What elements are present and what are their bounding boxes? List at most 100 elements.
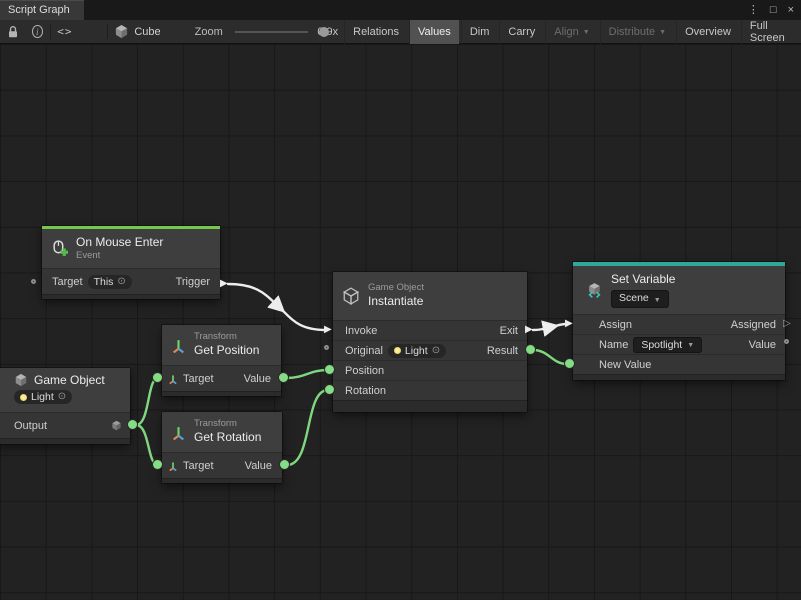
wire-rotation-value[interactable] (287, 390, 328, 465)
port-onmouseenter-target[interactable] (31, 279, 36, 284)
tab-title: Script Graph (8, 4, 70, 16)
port-setvariable-assigned[interactable]: ▷ (783, 319, 791, 329)
node-header: Set Variable Scene ▼ (573, 266, 785, 314)
port-getposition-value[interactable] (279, 373, 288, 382)
toolbar-separator (50, 24, 51, 39)
align-button[interactable]: Align ▼ (545, 20, 597, 44)
port-getrotation-target[interactable] (153, 460, 162, 469)
value-port-label: Value (749, 339, 776, 351)
port-instantiate-result[interactable] (526, 345, 535, 354)
port-row: Target Value (162, 452, 282, 478)
light-icon (394, 347, 401, 354)
wire-result-to-newvalue[interactable] (533, 350, 567, 364)
transform-icon (171, 338, 186, 353)
node-header: Transform Get Rotation (162, 412, 282, 452)
node-subtitle: Event (76, 250, 163, 262)
target-port-label: Target (52, 276, 83, 288)
toolbar-separator (107, 24, 108, 39)
node-header: Transform Get Position (162, 325, 281, 365)
cube-icon (14, 373, 28, 387)
variable-scope-dropdown[interactable]: Scene ▼ (611, 290, 669, 308)
cube-icon (342, 287, 360, 305)
node-footer (162, 478, 282, 483)
node-instantiate[interactable]: Game Object Instantiate Invoke Exit Orig… (333, 272, 527, 412)
relations-button[interactable]: Relations (344, 20, 407, 44)
node-category: Transform (194, 331, 259, 343)
window-menu-icon[interactable]: ⋮ (748, 5, 759, 16)
port-row: Invoke Exit (333, 320, 527, 340)
chevron-down-icon: ▼ (659, 29, 666, 36)
distribute-button[interactable]: Distribute ▼ (600, 20, 674, 44)
game-object-type-icon (111, 420, 122, 431)
values-button[interactable]: Values (409, 20, 459, 44)
node-footer (162, 391, 281, 396)
output-port-label: Output (14, 420, 47, 432)
port-getrotation-value[interactable] (280, 460, 289, 469)
port-setvariable-assign[interactable]: ▶ (565, 319, 573, 329)
port-row: Rotation (333, 380, 527, 400)
node-header: Game Object Instantiate (333, 272, 527, 320)
variable-name-dropdown[interactable]: Spotlight ▼ (633, 337, 702, 353)
node-on-mouse-enter[interactable]: On Mouse Enter Event Target This ⊙ Trigg… (42, 226, 220, 299)
node-get-position[interactable]: Transform Get Position Target Value (162, 325, 281, 396)
node-title: On Mouse Enter (76, 235, 163, 251)
node-title: Game Object (34, 373, 105, 387)
wire-position-value[interactable] (286, 370, 328, 378)
node-game-object-light[interactable]: Game Object Light ⊙ Output (0, 368, 130, 444)
window-tab-bar: Script Graph ⋮ □ × (0, 0, 801, 20)
node-footer (573, 374, 785, 380)
node-title: Instantiate (368, 294, 424, 310)
code-preview-icon[interactable]: <> (57, 25, 72, 38)
assigned-port-label: Assigned (731, 319, 776, 331)
port-instantiate-position[interactable] (325, 365, 334, 374)
node-footer (42, 294, 220, 299)
node-get-rotation[interactable]: Transform Get Rotation Target Value (162, 412, 282, 483)
target-object-field[interactable]: This ⊙ (88, 275, 132, 289)
fullscreen-button[interactable]: Full Screen (741, 20, 801, 44)
node-title: Get Position (194, 343, 259, 359)
wire-output-to-getrotation[interactable] (136, 425, 158, 465)
variable-icon (586, 282, 603, 299)
port-instantiate-invoke[interactable]: ▶ (324, 325, 332, 335)
wire-trigger-to-invoke[interactable] (228, 284, 326, 330)
node-footer (0, 438, 130, 444)
port-row: Position (333, 360, 527, 380)
value-port-label: Value (245, 460, 272, 472)
name-port-label: Name (599, 339, 628, 351)
original-port-label: Original (345, 345, 383, 357)
transform-type-icon (168, 374, 178, 384)
port-instantiate-exit[interactable]: ▶ (525, 325, 533, 335)
close-icon[interactable]: × (788, 5, 794, 16)
zoom-slider[interactable] (235, 25, 309, 39)
graph-canvas[interactable]: On Mouse Enter Event Target This ⊙ Trigg… (0, 44, 801, 600)
port-instantiate-rotation[interactable] (325, 385, 334, 394)
carry-button[interactable]: Carry (499, 20, 543, 44)
invoke-port-label: Invoke (345, 325, 377, 337)
original-object-field[interactable]: Light ⊙ (388, 344, 446, 358)
node-set-variable[interactable]: Set Variable Scene ▼ Assign Assigned Nam… (573, 262, 785, 380)
maximize-icon[interactable]: □ (770, 5, 777, 16)
port-gameobject-output[interactable] (128, 420, 137, 429)
game-object-field[interactable]: Light ⊙ (14, 390, 72, 404)
wire-output-to-getposition[interactable] (136, 378, 158, 425)
port-row: Assign Assigned (573, 314, 785, 334)
info-icon[interactable]: i (32, 25, 43, 38)
lock-icon[interactable] (6, 25, 20, 39)
port-getposition-target[interactable] (153, 373, 162, 382)
chevron-down-icon: ▼ (687, 342, 694, 349)
port-onmouseenter-trigger[interactable]: ▶ (220, 279, 228, 289)
port-row: Name Spotlight ▼ Value (573, 334, 785, 354)
port-instantiate-original[interactable] (324, 345, 329, 350)
object-picker-icon: ⊙ (117, 277, 125, 287)
zoom-slider-handle[interactable] (319, 27, 329, 37)
wire-exit-to-assign[interactable] (533, 324, 566, 330)
zoom-slider-track[interactable] (235, 31, 309, 33)
tab-script-graph[interactable]: Script Graph (0, 0, 84, 20)
port-setvariable-newvalue[interactable] (565, 359, 574, 368)
chevron-down-icon: ▼ (654, 297, 661, 304)
port-setvariable-value[interactable] (784, 339, 789, 344)
node-title: Get Rotation (194, 430, 261, 446)
dim-button[interactable]: Dim (461, 20, 498, 44)
transform-icon (171, 425, 186, 440)
overview-button[interactable]: Overview (676, 20, 739, 44)
